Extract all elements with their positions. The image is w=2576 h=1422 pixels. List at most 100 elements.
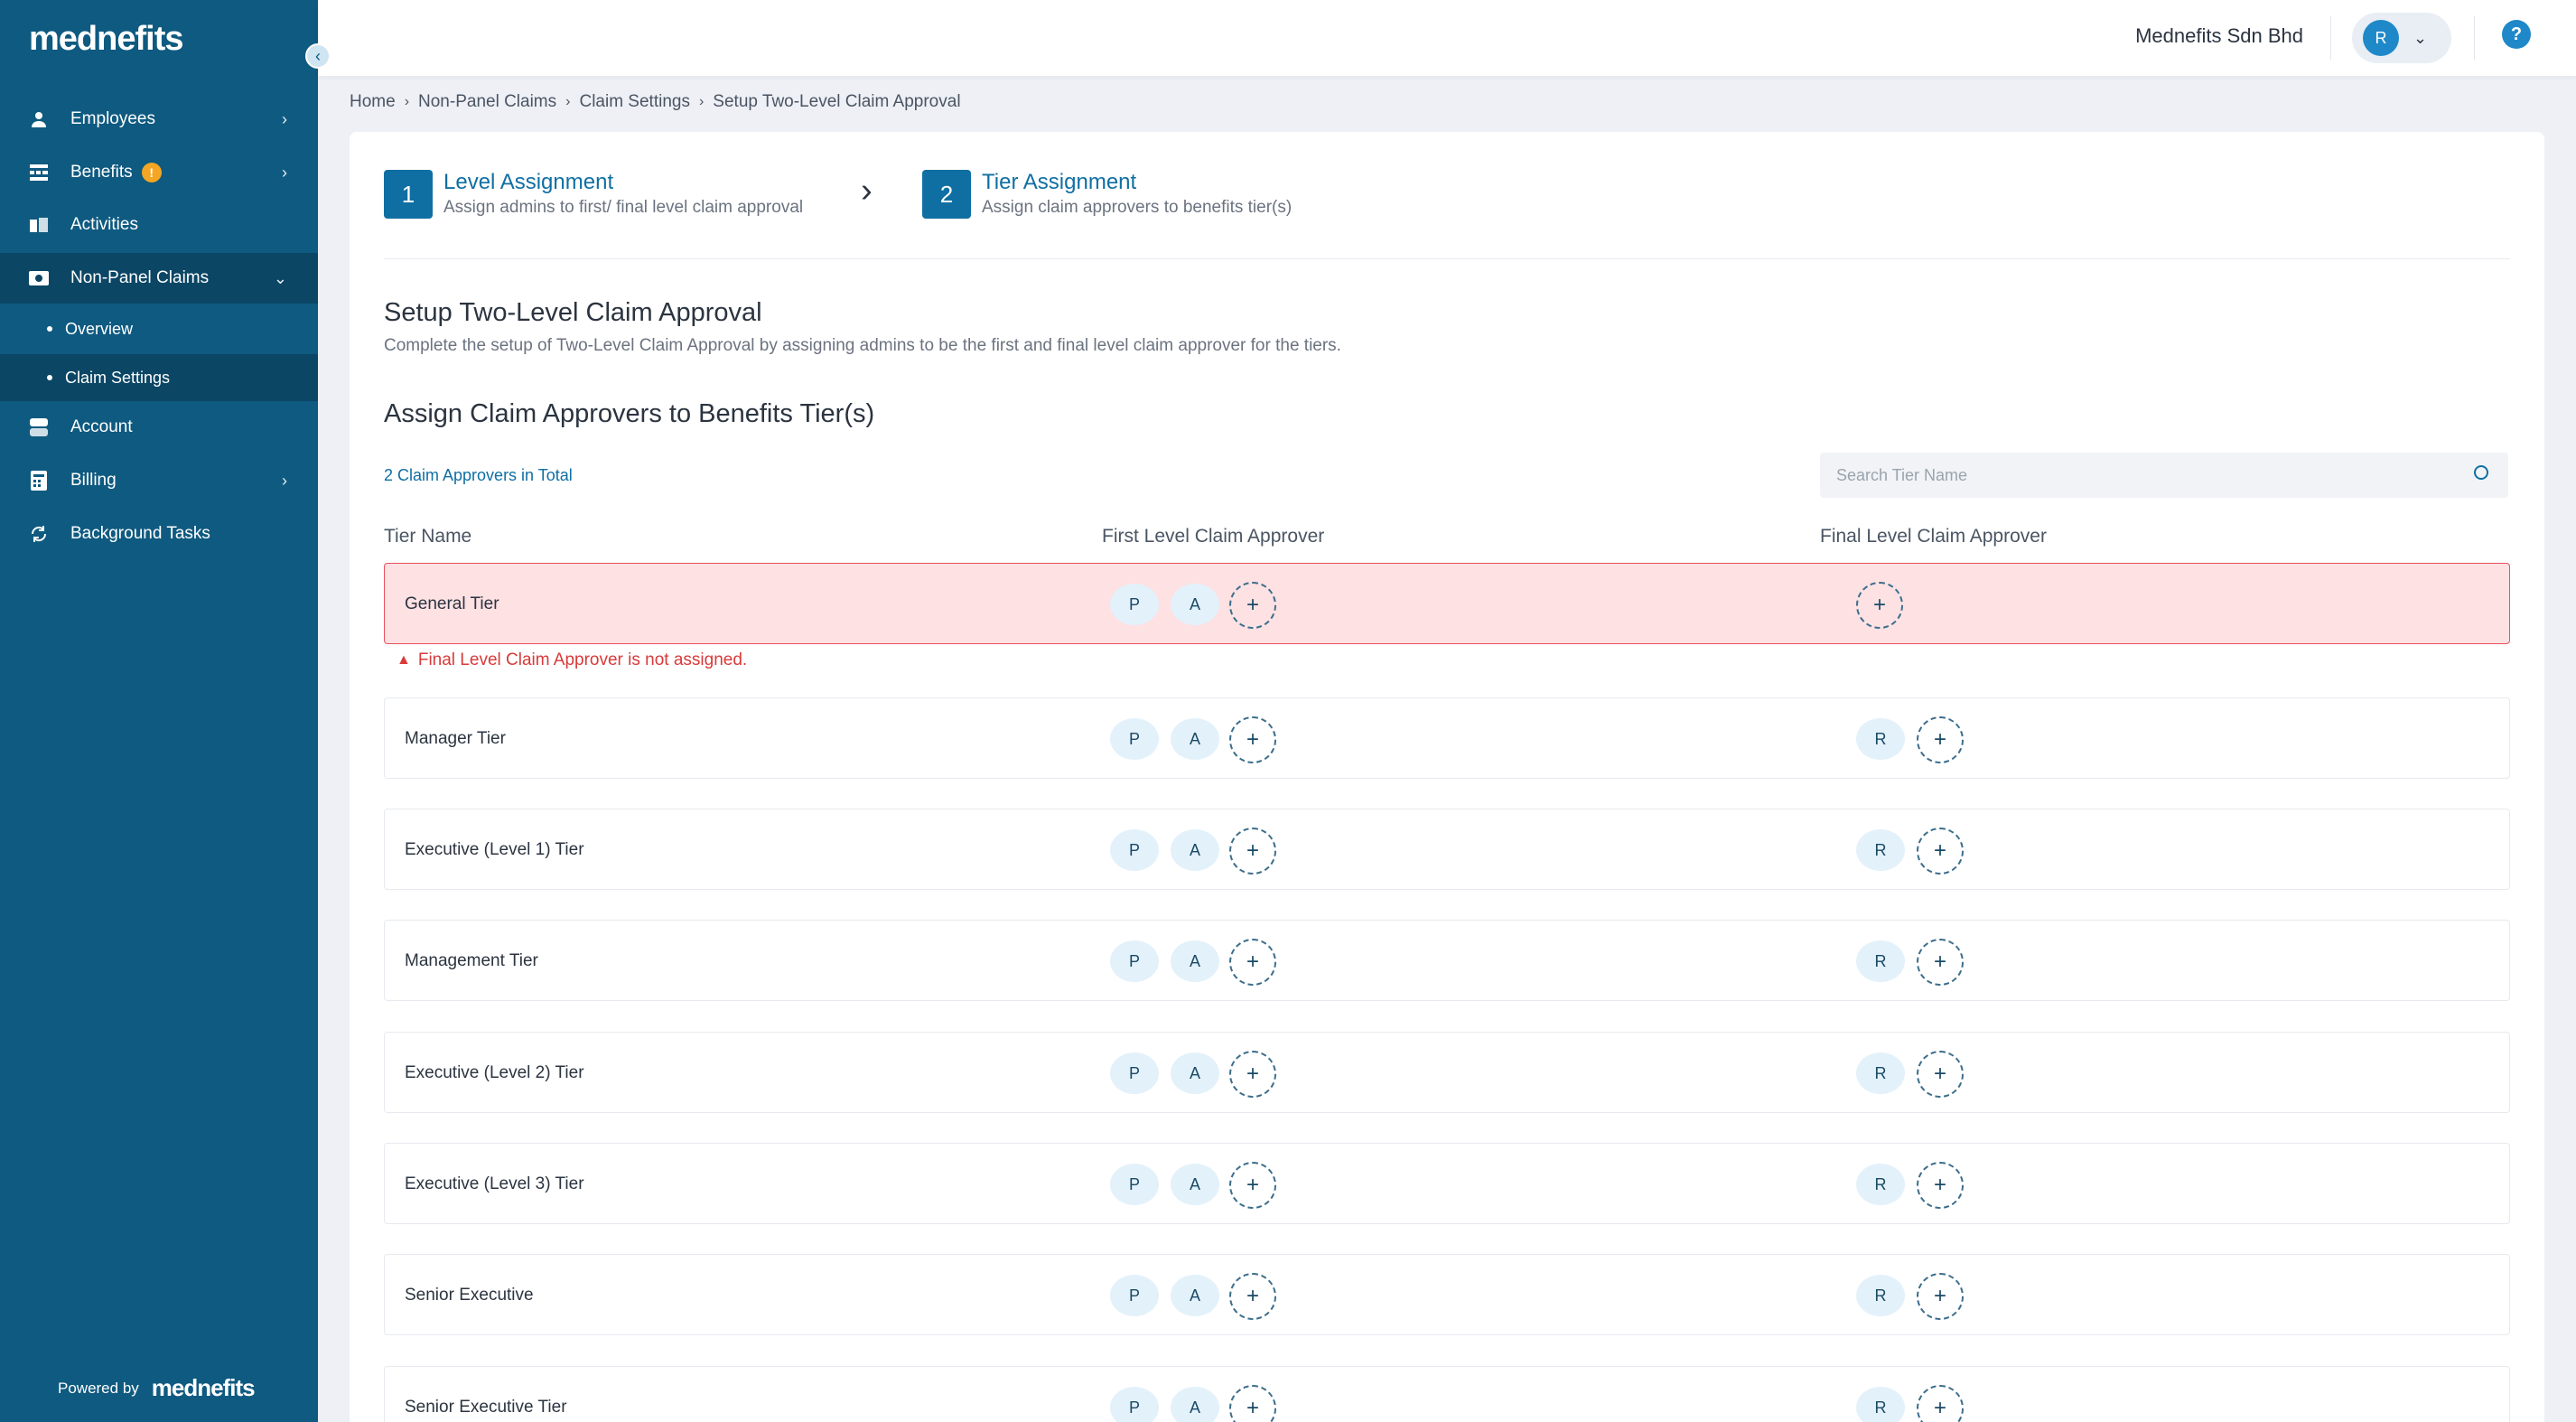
approver-chip[interactable]: P [1110,1164,1159,1205]
approver-chip[interactable]: R [1856,1275,1905,1316]
sidebar-subitem-label: Overview [65,319,134,338]
approver-chip[interactable]: A [1171,584,1219,625]
approver-chip[interactable]: R [1856,718,1905,760]
add-final-level-approver-button[interactable]: + [1917,939,1964,986]
add-first-level-approver-button[interactable]: + [1229,1162,1276,1209]
sidebar-subitem-label: Claim Settings [65,368,171,387]
chevron-right-icon: › [282,163,287,182]
add-final-level-approver-button[interactable]: + [1917,828,1964,875]
approver-chip[interactable]: A [1171,718,1219,760]
sidebar-item-account[interactable]: Account [0,402,318,453]
approver-chip[interactable]: P [1110,1387,1159,1422]
chevron-right-icon: › [861,172,873,210]
approver-chip[interactable]: A [1171,829,1219,871]
sidebar-item-activities[interactable]: Activities [0,200,318,250]
tier-name: Management Tier [405,951,538,970]
approver-chip[interactable]: A [1171,1164,1219,1205]
tier-row: Executive (Level 2) Tier P A + R + [384,1032,2510,1113]
add-first-level-approver-button[interactable]: + [1229,1385,1276,1422]
user-menu-button[interactable]: R ⌄ [2352,13,2451,63]
avatar: R [2363,20,2399,56]
step-number-1[interactable]: 1 [384,170,433,219]
approver-chip[interactable]: P [1110,1052,1159,1094]
sidebar-item-benefits[interactable]: Benefits ! › [0,147,318,198]
sidebar-item-billing[interactable]: Billing › [0,455,318,506]
approver-chip[interactable]: R [1856,1164,1905,1205]
breadcrumb-home[interactable]: Home [350,92,396,112]
approver-chip[interactable]: A [1171,1052,1219,1094]
step-title-level-assignment[interactable]: Level Assignment [443,170,613,195]
add-first-level-approver-button[interactable]: + [1229,1051,1276,1098]
benefits-icon [29,163,49,182]
add-first-level-approver-button[interactable]: + [1229,1273,1276,1320]
tier-name: Senior Executive [405,1286,534,1305]
approver-chip[interactable]: R [1856,1052,1905,1094]
chevron-right-icon: › [565,94,571,109]
search-icon[interactable] [2474,465,2488,480]
add-final-level-approver-button[interactable]: + [1856,582,1903,629]
add-final-level-approver-button[interactable]: + [1917,1162,1964,1209]
tier-name: Executive (Level 1) Tier [405,840,584,859]
approver-chip[interactable]: R [1856,1387,1905,1422]
sidebar-item-background-tasks[interactable]: Background Tasks [0,509,318,559]
mednefits-logo[interactable]: mednefits [29,20,183,59]
sidebar-item-label: Non-Panel Claims [70,268,210,287]
step-subtitle: Assign claim approvers to benefits tier(… [982,198,1293,217]
account-icon [29,417,49,437]
divider [2330,16,2331,60]
chevron-left-icon: ‹ [315,46,321,65]
chevron-down-icon: ⌄ [2413,28,2428,47]
search-input[interactable] [1836,465,2450,485]
tier-row: Executive (Level 1) Tier P A + R + [384,809,2510,890]
sidebar-subitem-claim-settings[interactable]: Claim Settings [0,354,318,401]
bullet-icon [47,326,52,332]
approver-chip[interactable]: P [1110,718,1159,760]
add-first-level-approver-button[interactable]: + [1229,939,1276,986]
add-final-level-approver-button[interactable]: + [1917,1385,1964,1422]
approver-chip[interactable]: R [1856,940,1905,982]
approver-chip[interactable]: P [1110,584,1159,625]
approver-chip[interactable]: A [1171,1387,1219,1422]
divider [384,258,2510,259]
claim-approvers-total-link[interactable]: 2 Claim Approvers in Total [384,466,573,485]
sidebar-subitem-overview[interactable]: Overview [0,305,318,352]
step-subtitle: Assign admins to first/ final level clai… [443,198,804,217]
collapse-sidebar-button[interactable]: ‹ [305,43,331,69]
approver-chip[interactable]: A [1171,1275,1219,1316]
tier-row: General Tier P A + + [384,563,2510,644]
chevron-right-icon: › [282,471,287,490]
approver-chip[interactable]: R [1856,829,1905,871]
breadcrumb: Home › Non-Panel Claims › Claim Settings… [350,92,961,112]
approver-chip[interactable]: P [1110,1275,1159,1316]
breadcrumb-claim-settings[interactable]: Claim Settings [579,92,690,112]
add-first-level-approver-button[interactable]: + [1229,828,1276,875]
approver-chip[interactable]: P [1110,829,1159,871]
sidebar-item-label: Employees [70,109,155,128]
search-field[interactable] [1820,453,2508,498]
column-header-final-level: Final Level Claim Approver [1820,526,2047,547]
sidebar-item-label: Background Tasks [70,524,210,543]
activities-icon [29,215,49,235]
mednefits-footer-logo: mednefits [151,1374,256,1401]
add-final-level-approver-button[interactable]: + [1917,1051,1964,1098]
add-first-level-approver-button[interactable]: + [1229,716,1276,763]
top-bar: Mednefits Sdn Bhd R ⌄ ? [318,0,2576,76]
approver-chip[interactable]: A [1171,940,1219,982]
approver-chip[interactable]: P [1110,940,1159,982]
step-number-2[interactable]: 2 [922,170,971,219]
add-final-level-approver-button[interactable]: + [1917,716,1964,763]
sidebar-item-employees[interactable]: Employees › [0,94,318,145]
help-icon[interactable]: ? [2502,20,2531,49]
add-first-level-approver-button[interactable]: + [1229,582,1276,629]
warning-icon: ▲ [397,652,411,668]
breadcrumb-non-panel-claims[interactable]: Non-Panel Claims [418,92,556,112]
add-final-level-approver-button[interactable]: + [1917,1273,1964,1320]
error-message: ▲ Final Level Claim Approver is not assi… [397,650,747,670]
tier-row: Manager Tier P A + R + [384,697,2510,779]
sidebar-item-non-panel-claims[interactable]: Non-Panel Claims ⌄ [0,253,318,304]
tier-name: Senior Executive Tier [405,1398,567,1417]
tier-name: Executive (Level 3) Tier [405,1174,584,1193]
step-title-tier-assignment[interactable]: Tier Assignment [982,170,1136,195]
billing-icon [29,471,49,491]
sidebar: mednefits Employees › Benefits ! › Activ… [0,0,318,1422]
